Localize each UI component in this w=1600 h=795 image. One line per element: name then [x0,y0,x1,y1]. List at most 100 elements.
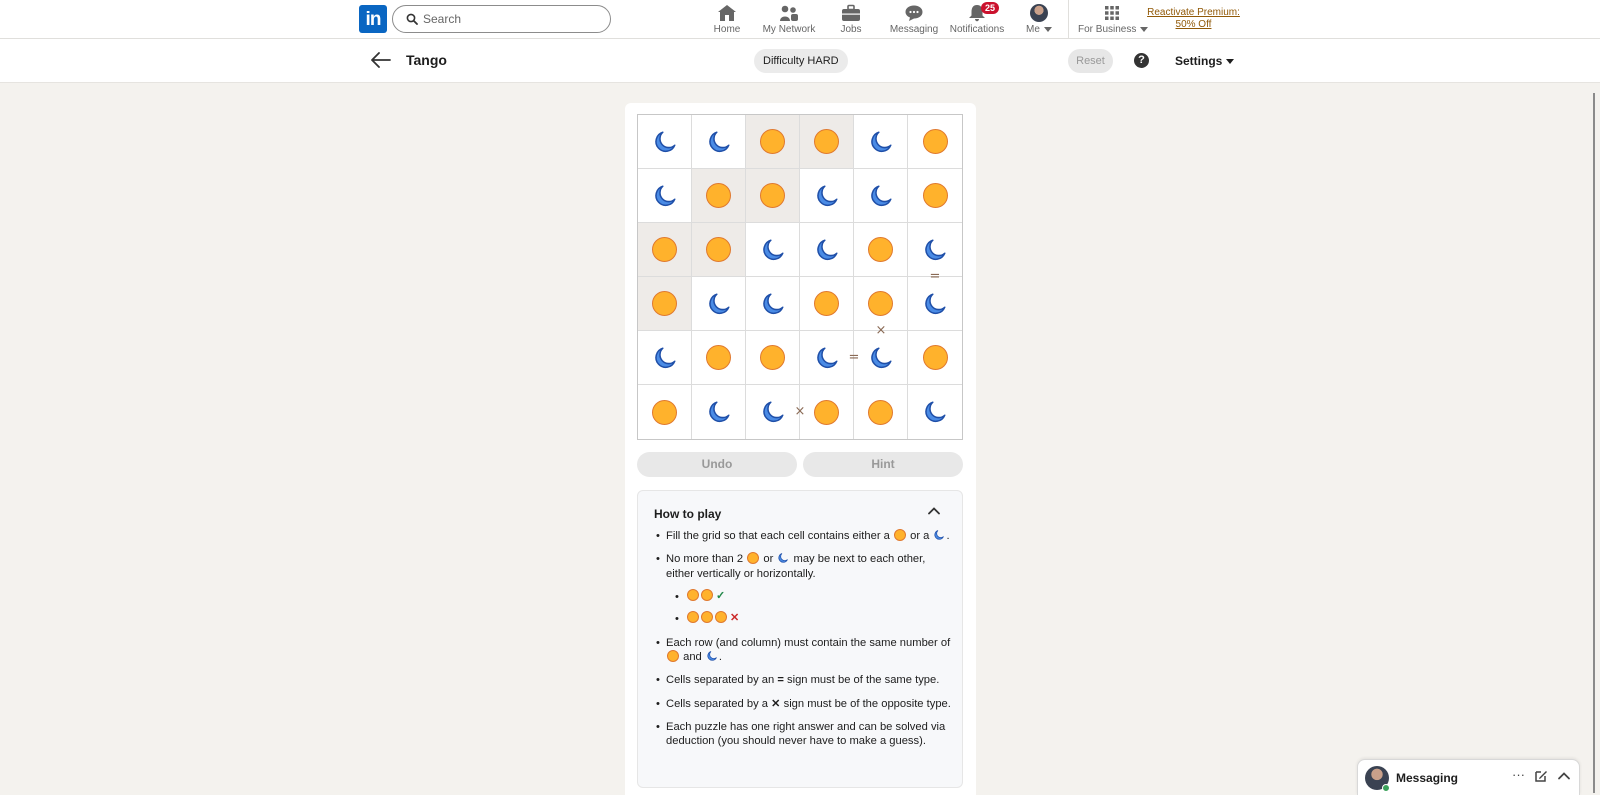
nav-for-business[interactable]: For Business [1078,3,1149,36]
board-cell-5-4[interactable] [854,385,908,439]
sun-icon [814,129,839,154]
moon-icon [870,346,892,368]
board-cell-0-2[interactable] [746,115,800,169]
scrollbar[interactable] [1591,90,1598,795]
board-cell-4-5[interactable] [908,331,962,385]
rule-one-answer: Each puzzle has one right answer and can… [654,720,954,749]
board-cell-1-5[interactable] [908,169,962,223]
sun-icon [652,237,677,262]
board-cell-4-0[interactable] [638,331,692,385]
moon-icon [762,238,784,260]
chevron-up-icon[interactable] [927,506,941,516]
chat-icon [905,5,923,21]
board-cell-2-2[interactable] [746,223,800,277]
briefcase-icon [842,4,860,21]
sun-icon [747,552,760,565]
rule-examples: ✓ ✕ [674,588,954,627]
linkedin-logo[interactable]: in [359,5,387,33]
top-nav: in Home My Network Jobs Messaging 25 Not… [0,0,1600,39]
board-cell-0-3[interactable] [800,115,854,169]
settings-dropdown[interactable]: Settings [1175,54,1235,68]
board-cell-2-0[interactable] [638,223,692,277]
how-to-play-title: How to play [654,507,722,521]
reactivate-premium-link[interactable]: Reactivate Premium: 50% Off [1146,7,1241,31]
messaging-dock[interactable]: Messaging ··· [1357,759,1580,795]
nav-jobs[interactable]: Jobs [836,3,866,36]
compose-icon[interactable] [1534,769,1548,783]
search-input[interactable] [423,10,603,28]
moon-icon [708,292,730,314]
board-cell-5-0[interactable] [638,385,692,439]
home-icon [718,5,736,21]
nav-me[interactable]: Me [1024,3,1054,36]
board-cell-0-5[interactable] [908,115,962,169]
hint-button[interactable]: Hint [803,452,963,477]
board-cell-1-3[interactable] [800,169,854,223]
moon-icon [654,184,676,206]
back-arrow-icon[interactable] [371,52,391,68]
moon-icon [870,130,892,152]
nav-home[interactable]: Home [710,3,744,36]
nav-notifications[interactable]: 25 Notifications [948,2,1006,36]
undo-button[interactable]: Undo [637,452,797,477]
board-cell-1-1[interactable] [692,169,746,223]
board-cell-0-1[interactable] [692,115,746,169]
board-cell-5-2[interactable] [746,385,800,439]
board-cell-5-5[interactable] [908,385,962,439]
board-cell-3-1[interactable] [692,277,746,331]
board-cell-3-3[interactable] [800,277,854,331]
rule-fill-grid: Fill the grid so that each cell contains… [654,529,954,544]
board-cell-4-2[interactable] [746,331,800,385]
equal-constraint-icon: = [929,269,941,284]
moon-icon [762,292,784,314]
board-cell-2-4[interactable] [854,223,908,277]
sun-icon [701,588,713,601]
messaging-label: Messaging [1396,771,1459,785]
nav-my-network[interactable]: My Network [760,3,818,36]
nav-divider [1068,0,1069,39]
board-cell-5-1[interactable] [692,385,746,439]
chevron-up-icon[interactable] [1557,769,1571,783]
board-cell-5-3[interactable] [800,385,854,439]
board-cell-1-0[interactable] [638,169,692,223]
rule-equal-sign: Cells separated by an = sign must be of … [654,673,954,688]
sun-icon [922,183,948,208]
board-cell-2-1[interactable] [692,223,746,277]
board-cell-3-5[interactable] [908,277,962,331]
settings-label: Settings [1175,54,1223,68]
board-cell-4-4[interactable] [854,331,908,385]
network-icon [780,5,798,21]
check-icon: ✓ [716,589,726,602]
board-cell-2-3[interactable] [800,223,854,277]
board-cell-0-4[interactable] [854,115,908,169]
moon-icon [654,130,676,152]
sun-icon [687,610,699,623]
sun-icon [868,399,893,425]
board-cell-4-3[interactable] [800,331,854,385]
sun-icon [814,291,839,316]
moon-icon [707,651,717,661]
more-options-icon[interactable]: ··· [1512,767,1525,782]
nav-for-business-label: For Business [1078,24,1149,35]
reset-button[interactable]: Reset [1068,49,1113,73]
game-header: Tango Difficulty HARD Reset ? Settings [0,39,1600,83]
board-cell-0-0[interactable] [638,115,692,169]
help-icon[interactable]: ? [1134,53,1149,68]
board-cell-3-0[interactable] [638,277,692,331]
board-cell-3-2[interactable] [746,277,800,331]
how-to-play-panel: How to play Fill the grid so that each c… [637,490,963,788]
nav-messaging[interactable]: Messaging [889,3,939,36]
board-cell-1-2[interactable] [746,169,800,223]
sun-icon [701,610,713,623]
search-box[interactable] [392,5,611,33]
moon-icon [708,401,730,423]
sun-icon [652,399,677,425]
difficulty-badge: Difficulty HARD [754,49,848,73]
nav-notifications-label: Notifications [949,24,1005,35]
board-cell-1-4[interactable] [854,169,908,223]
moon-icon [925,292,946,314]
avatar [1030,4,1048,22]
cross-constraint-icon: × [875,323,887,338]
equal-sign-icon: = [777,674,784,687]
board-cell-4-1[interactable] [692,331,746,385]
